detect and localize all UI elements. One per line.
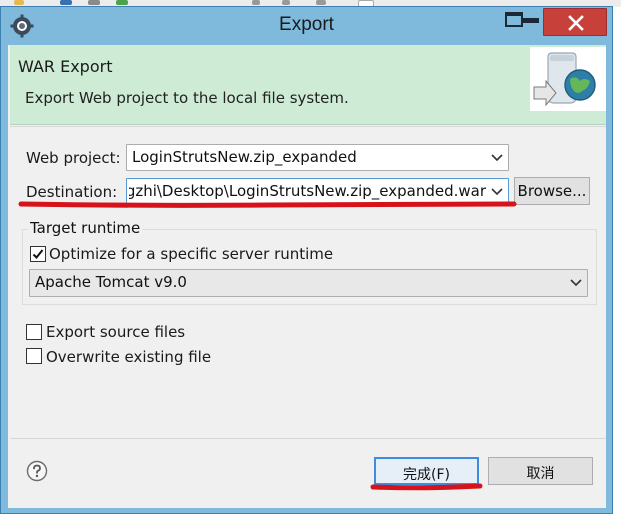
overwrite-file-checkbox[interactable] bbox=[26, 348, 42, 364]
overwrite-file-label[interactable]: Overwrite existing file bbox=[46, 348, 211, 366]
server-runtime-select[interactable]: Apache Tomcat v9.0 bbox=[29, 269, 588, 297]
browse-button[interactable]: Browse... bbox=[514, 177, 590, 205]
chevron-down-icon[interactable] bbox=[487, 146, 507, 169]
help-icon[interactable] bbox=[26, 460, 48, 482]
war-export-globe-icon bbox=[530, 47, 606, 111]
target-runtime-title: Target runtime bbox=[28, 219, 143, 237]
banner-description: Export Web project to the local file sys… bbox=[25, 89, 349, 107]
export-source-checkbox[interactable] bbox=[26, 324, 42, 340]
optimize-runtime-label[interactable]: Optimize for a specific server runtime bbox=[49, 245, 333, 263]
close-button[interactable] bbox=[543, 8, 607, 36]
destination-value: gzhi\Desktop\LoginStrutsNew.zip_expanded… bbox=[129, 182, 486, 200]
destination-field-text: gzhi\Desktop\LoginStrutsNew.zip_expanded… bbox=[129, 182, 486, 200]
finish-button[interactable]: 完成(F) bbox=[374, 457, 479, 485]
export-source-label[interactable]: Export source files bbox=[46, 323, 185, 341]
checkmark-icon bbox=[32, 249, 44, 259]
server-runtime-value: Apache Tomcat v9.0 bbox=[35, 273, 187, 291]
cancel-button[interactable]: 取消 bbox=[488, 457, 593, 485]
maximize-icon[interactable] bbox=[503, 10, 525, 30]
destination-label: Destination: bbox=[26, 183, 118, 201]
web-project-label: Web project: bbox=[26, 149, 121, 167]
banner-title: WAR Export bbox=[18, 57, 113, 76]
red-annotation-underline bbox=[370, 483, 483, 491]
footer-separator bbox=[10, 438, 606, 439]
web-project-combo[interactable]: LoginStrutsNew.zip_expanded bbox=[126, 144, 509, 171]
red-annotation-underline bbox=[18, 201, 517, 208]
chevron-down-icon[interactable] bbox=[566, 271, 586, 295]
banner-separator bbox=[10, 126, 606, 127]
web-project-value: LoginStrutsNew.zip_expanded bbox=[132, 148, 357, 166]
close-icon bbox=[568, 15, 584, 31]
optimize-runtime-checkbox[interactable] bbox=[30, 246, 46, 262]
